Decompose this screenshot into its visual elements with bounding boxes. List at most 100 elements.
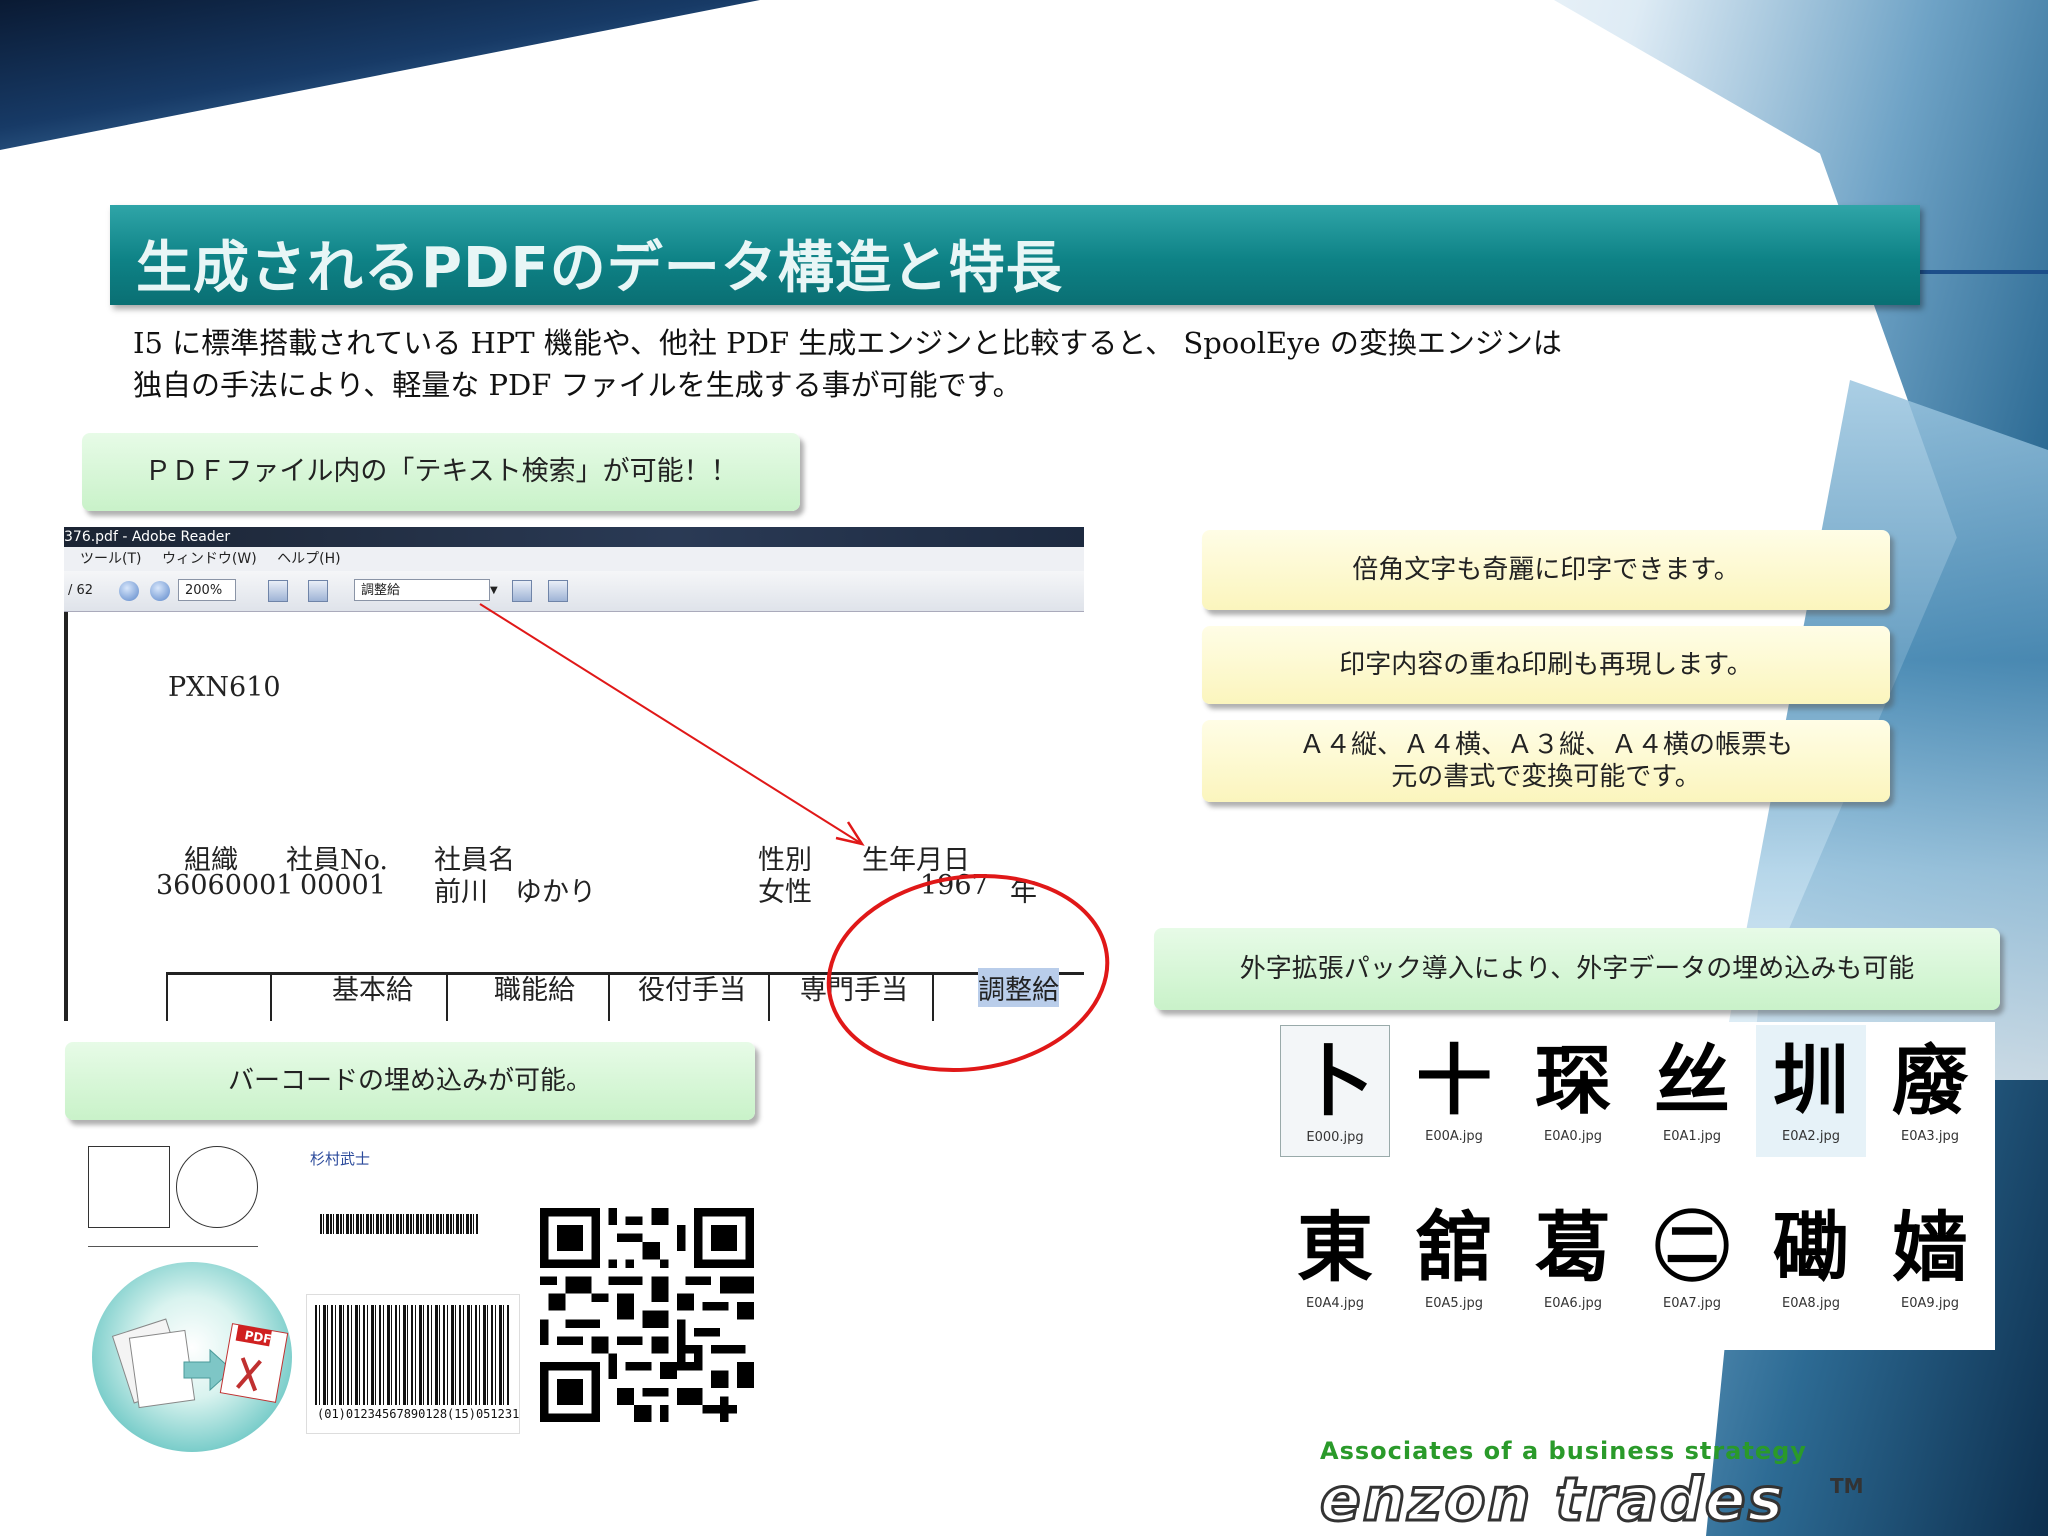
intro-line-2: 独自の手法により、軽量な PDF ファイルを生成する事が可能です。 (133, 368, 1022, 402)
fit-page-icon[interactable] (308, 580, 328, 602)
slide-title: 生成されるPDFのデータ構造と特長 (136, 236, 1063, 301)
doc-table-col-line (932, 972, 934, 1021)
gaiji-filename: E000.jpg (1306, 1130, 1364, 1145)
square-shape (88, 1146, 170, 1228)
gaiji-glyph: 磡 (1773, 1203, 1849, 1292)
pdf-conversion-icon: PDF (92, 1262, 292, 1452)
adobe-reader-screenshot: 376.pdf - Adobe Reader ツール(T) ウィンドウ(W) ヘ… (64, 527, 1084, 1021)
callout-formats-line-2: 元の書式で変換可能です。 (1391, 762, 1701, 792)
barcode-gs1-text: (01)01234567890128(15)051231 (317, 1407, 520, 1421)
callout-formats: Ａ４縦、Ａ４横、Ａ３縦、Ａ４横の帳票も 元の書式で変換可能です。 (1202, 720, 1890, 802)
qr-code (540, 1208, 754, 1422)
doc-table-rule (166, 972, 1084, 975)
gaiji-glyph: 葛 (1535, 1203, 1611, 1292)
gaiji-filename: E0A9.jpg (1901, 1296, 1959, 1311)
search-input[interactable]: 調整給 (354, 579, 490, 601)
gaiji-filename: E0A7.jpg (1663, 1296, 1721, 1311)
reader-document-page: PXN610 組織 社員No. 社員名 性別 生年月日 36060001 000… (64, 612, 1084, 1021)
callout-text-search: ＰＤＦファイル内の「テキスト検索」が可能！！ (82, 433, 800, 511)
gaiji-item[interactable]: 十 E00A.jpg (1399, 1036, 1509, 1145)
doc-table-col-line (270, 972, 272, 1021)
slide-title-bar: 生成されるPDFのデータ構造と特長 (110, 205, 1920, 305)
gaiji-filename: E0A2.jpg (1782, 1129, 1840, 1144)
doc-table-col-line (608, 972, 610, 1021)
callout-formats-line-1: Ａ４縦、Ａ４横、Ａ３縦、Ａ４横の帳票も (1298, 730, 1793, 760)
doc-value-year-unit: 年 (1010, 877, 1037, 908)
trademark-mark: TM (1830, 1474, 1864, 1498)
gaiji-item[interactable]: 葛 E0A6.jpg (1518, 1203, 1628, 1312)
zoom-out-icon[interactable] (119, 581, 139, 601)
gaiji-item[interactable]: 磡 E0A8.jpg (1756, 1203, 1866, 1312)
gaiji-glyph: 舘 (1416, 1203, 1492, 1292)
doc-col-specialty: 専門手当 (800, 975, 908, 1006)
doc-value-sex: 女性 (758, 877, 812, 908)
doc-col-position: 役付手当 (638, 975, 746, 1006)
gaiji-glyph: 卜 (1297, 1037, 1373, 1126)
barcode-small (320, 1214, 478, 1234)
circle-shape (176, 1146, 258, 1228)
gaiji-glyph: 琛 (1535, 1036, 1611, 1125)
gaiji-glyph: 十 (1416, 1036, 1492, 1125)
gaiji-filename: E0A1.jpg (1663, 1129, 1721, 1144)
doc-col-basic: 基本給 (332, 975, 413, 1006)
gaiji-item[interactable]: ㊁ E0A7.jpg (1637, 1203, 1747, 1312)
find-previous-icon[interactable] (512, 580, 532, 602)
zoom-select[interactable]: 200% (178, 579, 236, 601)
doc-col-skill: 職能給 (494, 975, 575, 1006)
gaiji-filename: E0A6.jpg (1544, 1296, 1602, 1311)
callout-gaiji: 外字拡張パック導入により、外字データの埋め込みも可能 (1154, 928, 2000, 1010)
barcode-gs1-bars (315, 1305, 509, 1405)
find-next-icon[interactable] (548, 580, 568, 602)
gaiji-item[interactable]: 東 E0A4.jpg (1280, 1203, 1390, 1312)
intro-line-1: I5 に標準搭載されている HPT 機能や、他社 PDF 生成エンジンと比較する… (133, 326, 1562, 360)
doc-col-adjust-highlight: 調整給 (978, 968, 1059, 1007)
gaiji-glyph-panel: 卜 E000.jpg 十 E00A.jpg 琛 E0A0.jpg 丝 E0A1.… (1275, 1022, 1995, 1350)
gaiji-item[interactable]: 圳 E0A2.jpg (1756, 1025, 1866, 1157)
intro-paragraph: I5 に標準搭載されている HPT 機能や、他社 PDF 生成エンジンと比較する… (133, 322, 1773, 406)
doc-value-org: 36060001 (156, 870, 294, 901)
page-count: / 62 (68, 583, 94, 598)
gaiji-filename: E0A4.jpg (1306, 1296, 1364, 1311)
gaiji-item[interactable]: 琛 E0A0.jpg (1518, 1036, 1628, 1145)
menu-help[interactable]: ヘルプ(H) (277, 551, 340, 567)
gaiji-item[interactable]: 廢 E0A3.jpg (1875, 1036, 1985, 1145)
gaiji-glyph: 圳 (1773, 1036, 1849, 1125)
barcode-gs1: (01)01234567890128(15)051231 (306, 1294, 520, 1434)
gaiji-filename: E0A8.jpg (1782, 1296, 1840, 1311)
gaiji-item[interactable]: 舘 E0A5.jpg (1399, 1203, 1509, 1312)
reader-toolbar: / 62 200% 調整給 ▼ (64, 571, 1084, 612)
gaiji-glyph: ㊁ (1654, 1203, 1730, 1292)
gaiji-glyph: 廢 (1892, 1036, 1968, 1125)
callout-double-width: 倍角文字も奇麗に印字できます。 (1202, 530, 1890, 610)
gaiji-filename: E0A3.jpg (1901, 1129, 1959, 1144)
gaiji-item[interactable]: 卜 E000.jpg (1280, 1025, 1390, 1157)
background-rule (1920, 270, 2048, 274)
doc-table-col-line (166, 972, 168, 1021)
menu-window[interactable]: ウィンドウ(W) (162, 551, 257, 567)
reader-menu-bar: ツール(T) ウィンドウ(W) ヘルプ(H) (64, 547, 1084, 571)
doc-value-name: 前川 ゆかり (434, 877, 596, 908)
company-logo: enzon trades (1318, 1465, 1786, 1535)
fit-width-icon[interactable] (268, 580, 288, 602)
gaiji-filename: E0A0.jpg (1544, 1129, 1602, 1144)
menu-tools[interactable]: ツール(T) (80, 551, 141, 567)
sample-name-text: 杉村武士 (310, 1150, 371, 1168)
search-dropdown-icon[interactable]: ▼ (490, 580, 498, 602)
gaiji-item[interactable]: 嫱 E0A9.jpg (1875, 1203, 1985, 1312)
reader-title-bar: 376.pdf - Adobe Reader (64, 527, 1084, 547)
gaiji-item[interactable]: 丝 E0A1.jpg (1637, 1036, 1747, 1145)
doc-table-col-line (446, 972, 448, 1021)
gaiji-filename: E00A.jpg (1425, 1129, 1483, 1144)
gaiji-glyph: 東 (1297, 1203, 1373, 1292)
doc-code: PXN610 (168, 672, 281, 703)
gaiji-glyph: 丝 (1654, 1036, 1730, 1125)
doc-value-empno: 00001 (300, 870, 386, 901)
callout-overprint: 印字内容の重ね印刷も再現します。 (1202, 626, 1890, 704)
zoom-in-icon[interactable] (150, 581, 170, 601)
pdf-document-icon: PDF (111, 1318, 289, 1409)
doc-table-col-line (768, 972, 770, 1021)
gaiji-filename: E0A5.jpg (1425, 1296, 1483, 1311)
callout-barcode: バーコードの埋め込みが可能。 (65, 1042, 755, 1120)
footer-tagline: Associates of a business strategy (1320, 1437, 1807, 1465)
gaiji-glyph: 嫱 (1892, 1203, 1968, 1292)
